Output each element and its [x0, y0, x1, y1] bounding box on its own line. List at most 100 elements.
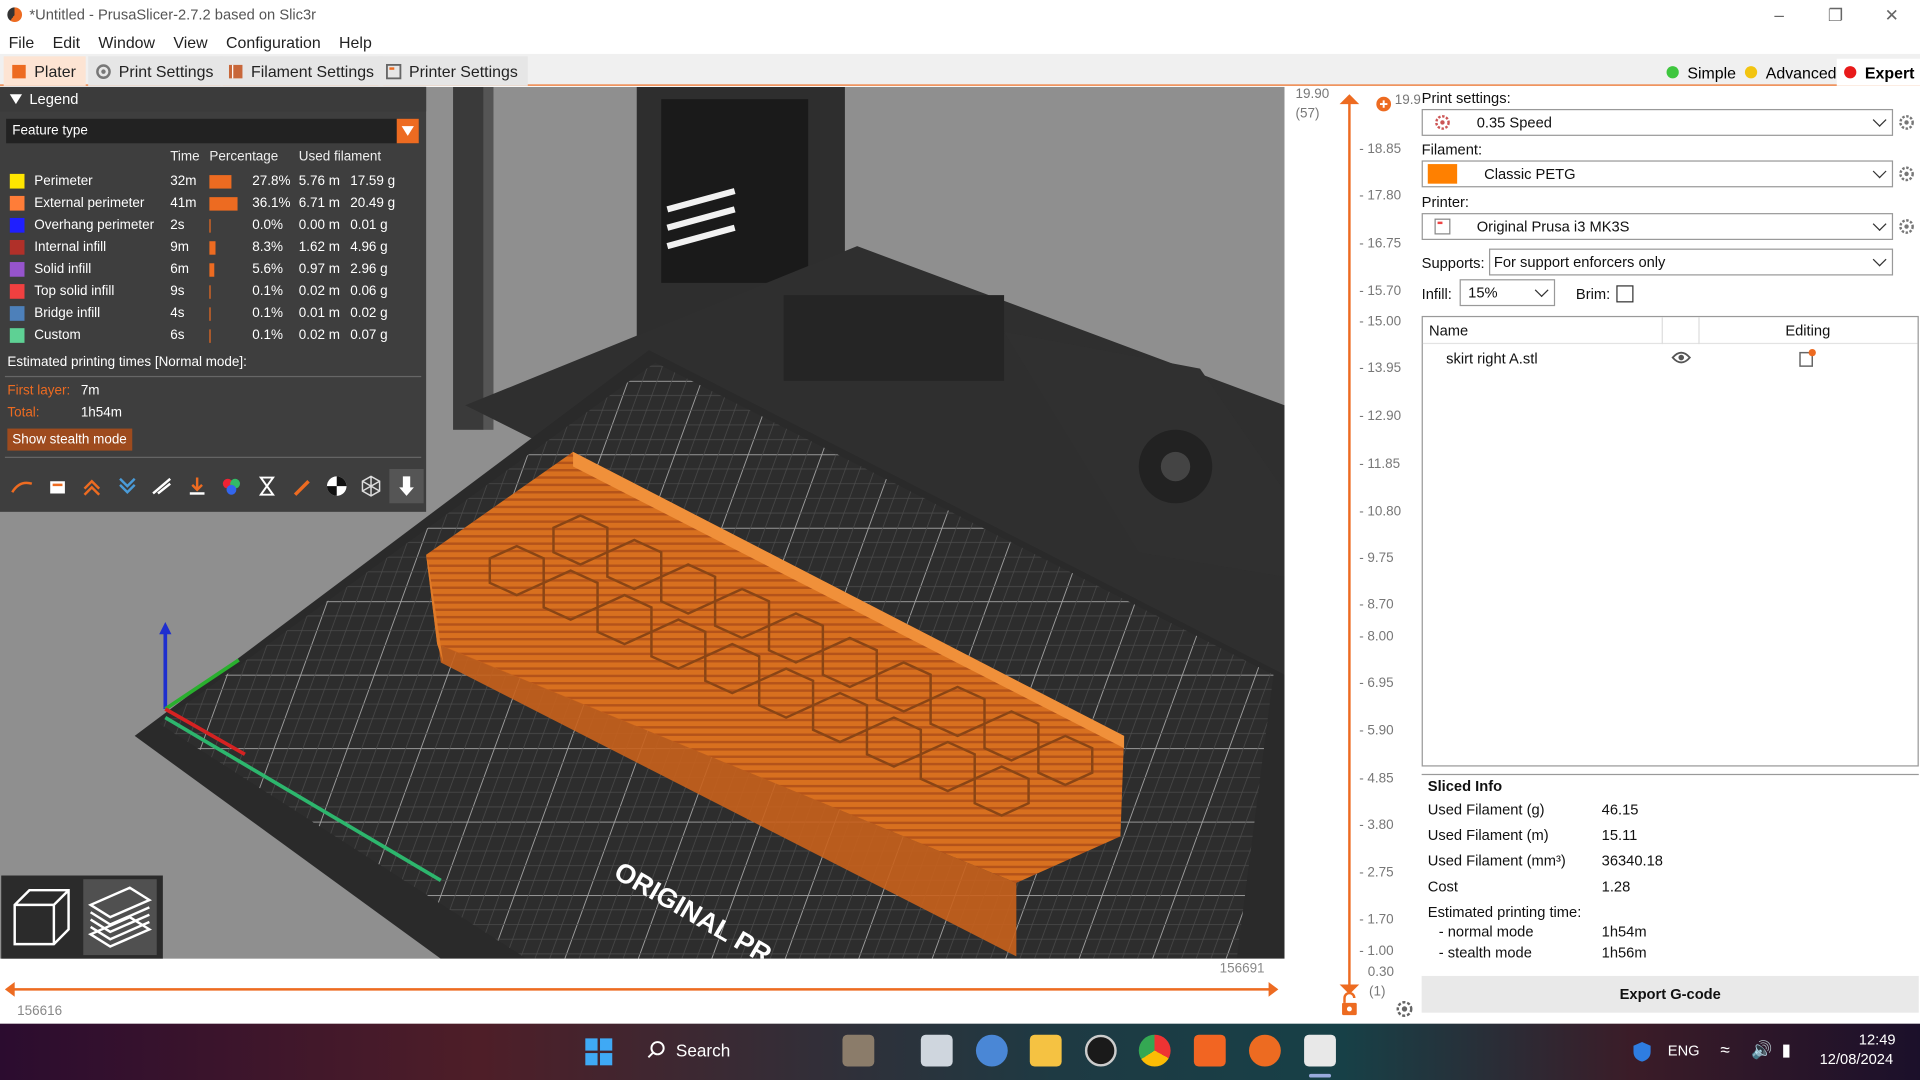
menu-file[interactable]: File [0, 32, 44, 50]
export-gcode-button[interactable]: Export G-code [1421, 975, 1919, 1013]
battery-icon[interactable]: ▮ [1782, 1040, 1791, 1061]
move-slider[interactable]: 156691 156616 [0, 958, 1286, 1024]
wipe-toggle[interactable] [40, 469, 75, 503]
minimize-button[interactable]: – [1751, 0, 1807, 29]
filament-combo[interactable]: Classic PETG [1421, 160, 1894, 188]
feature-type-select[interactable]: Feature type [6, 118, 419, 144]
printer-edit-gear-icon[interactable] [1898, 218, 1915, 235]
tool-changes-toggle[interactable] [179, 469, 214, 503]
color-changes-toggle[interactable] [214, 469, 249, 503]
name-column-header[interactable]: Name [1429, 322, 1468, 339]
language-indicator[interactable]: ENG [1668, 1042, 1700, 1059]
close-button[interactable]: ✕ [1864, 0, 1920, 29]
percentage-bar [209, 219, 211, 233]
tab-printer-settings[interactable]: Printer Settings [378, 56, 528, 86]
retractions-toggle[interactable] [75, 469, 110, 503]
brim-checkbox[interactable] [1616, 285, 1634, 303]
3d-view-button[interactable] [5, 879, 78, 955]
legend-row[interactable]: Overhang perimeter 2s 0.0% 0.00 m 0.01 g [0, 216, 426, 238]
restore-button[interactable]: ❐ [1807, 0, 1863, 29]
travel-toggle[interactable] [5, 469, 40, 503]
tab-filament-settings[interactable]: Filament Settings [220, 56, 384, 86]
edit-settings-icon[interactable] [1799, 348, 1816, 368]
collapse-triangle-icon [9, 94, 23, 105]
mode-simple[interactable]: Simple [1659, 59, 1743, 86]
center-of-gravity-toggle[interactable] [319, 469, 354, 503]
seams-toggle[interactable] [144, 469, 179, 503]
chrome-icon[interactable] [1138, 1034, 1171, 1067]
sidebar: Print settings: 0.35 Speed Filament: Cla… [1420, 86, 1920, 1024]
tool-marker-icon [398, 476, 414, 496]
gcode-viewer-icon[interactable] [1304, 1034, 1336, 1067]
wifi-icon[interactable]: ≈ [1720, 1040, 1729, 1060]
file-explorer-icon[interactable] [1029, 1034, 1062, 1067]
security-shield-icon[interactable] [1632, 1041, 1652, 1063]
taskbar-search[interactable]: Search [676, 1041, 730, 1061]
plater-icon [12, 64, 26, 78]
pause-prints-toggle[interactable] [249, 469, 284, 503]
dropdown-arrow-icon[interactable] [396, 118, 419, 144]
editing-column-header[interactable]: Editing [1785, 322, 1830, 339]
feature-weight: 0.01 g [350, 217, 388, 233]
feature-length: 0.02 m [298, 284, 340, 299]
fusion-icon[interactable] [1193, 1034, 1226, 1067]
legend-header[interactable]: Legend [0, 86, 427, 112]
list-item[interactable]: skirt right A.stl [1423, 347, 1918, 371]
tab-plater[interactable]: Plater [3, 56, 86, 86]
preview-button[interactable] [83, 879, 157, 956]
media-player-icon[interactable] [1084, 1034, 1117, 1067]
windows-start-icon[interactable] [584, 1037, 613, 1066]
layers-icon [87, 886, 153, 948]
mode-advanced[interactable]: Advanced [1738, 59, 1844, 86]
tool-marker-toggle[interactable] [388, 468, 424, 504]
feature-length: 5.76 m [298, 173, 340, 189]
print-settings-edit-gear-icon[interactable] [1898, 114, 1915, 131]
menu-configuration[interactable]: Configuration [217, 32, 330, 50]
layer-slider[interactable]: 19.90 (57) 19.90 - 18.85- 17.80- 16.75- … [1285, 86, 1428, 1024]
stealth-mode-value: 1h56m [1601, 944, 1647, 962]
percentage-bar [209, 241, 216, 255]
clock-date[interactable]: 12/08/2024 [1820, 1051, 1894, 1068]
sliced-info-label: Used Filament (mm³) [1427, 852, 1566, 870]
widget-elephants-icon[interactable] [842, 1034, 875, 1067]
menu-help[interactable]: Help [330, 32, 381, 50]
feature-weight: 0.06 g [350, 284, 388, 299]
supports-combo[interactable]: For support enforcers only [1488, 248, 1894, 276]
legend-row[interactable]: Top solid infill 9s 0.1% 0.02 m 0.06 g [0, 282, 426, 304]
clock-time[interactable]: 12:49 [1859, 1031, 1896, 1048]
task-view-icon[interactable] [920, 1034, 953, 1067]
printer-combo[interactable]: Original Prusa i3 MK3S [1421, 213, 1894, 241]
divider [4, 456, 422, 458]
feature-name: External perimeter [34, 195, 145, 211]
col-percentage: Percentage [209, 149, 279, 165]
legend-row[interactable]: Custom 6s 0.1% 0.02 m 0.07 g [0, 326, 426, 348]
menu-window[interactable]: Window [90, 32, 165, 50]
eye-icon[interactable] [1671, 350, 1692, 365]
percentage-bar [209, 263, 215, 277]
slider-settings-gear-icon[interactable] [1395, 999, 1415, 1019]
layer-tick-label: - 1.00 [1359, 944, 1394, 959]
infill-combo[interactable]: 15% [1459, 279, 1556, 307]
legend-row[interactable]: Internal infill 9m 8.3% 1.62 m 4.96 g [0, 238, 426, 260]
show-stealth-mode-button[interactable]: Show stealth mode [7, 428, 132, 451]
legend-row[interactable]: Bridge infill 4s 0.1% 0.01 m 0.02 g [0, 304, 426, 326]
legend-row[interactable]: External perimeter 41m 36.1% 6.71 m 20.49 g [0, 193, 426, 215]
layer-top-number: (57) [1295, 106, 1320, 122]
feature-percentage: 5.6% [252, 262, 283, 277]
feature-time: 2s [170, 217, 185, 233]
tab-print-settings[interactable]: Print Settings [88, 56, 224, 86]
custom-gcodes-toggle[interactable] [284, 469, 319, 503]
filament-edit-gear-icon[interactable] [1898, 165, 1915, 182]
menu-edit[interactable]: Edit [44, 32, 90, 50]
menu-view[interactable]: View [165, 32, 218, 50]
print-settings-combo[interactable]: 0.35 Speed [1421, 108, 1894, 136]
prusaslicer-taskbar-icon[interactable] [1248, 1034, 1281, 1067]
active-app-indicator [1308, 1073, 1332, 1078]
shells-toggle[interactable] [354, 469, 389, 503]
volume-icon[interactable]: 🔊 [1751, 1040, 1772, 1061]
legend-row[interactable]: Perimeter 32m 27.8% 5.76 m 17.59 g [0, 171, 426, 193]
legend-row[interactable]: Solid infill 6m 5.6% 0.97 m 2.96 g [0, 260, 426, 282]
settings-icon[interactable] [975, 1034, 1008, 1067]
deretractions-toggle[interactable] [110, 469, 145, 503]
mode-expert[interactable]: Expert [1836, 58, 1920, 86]
